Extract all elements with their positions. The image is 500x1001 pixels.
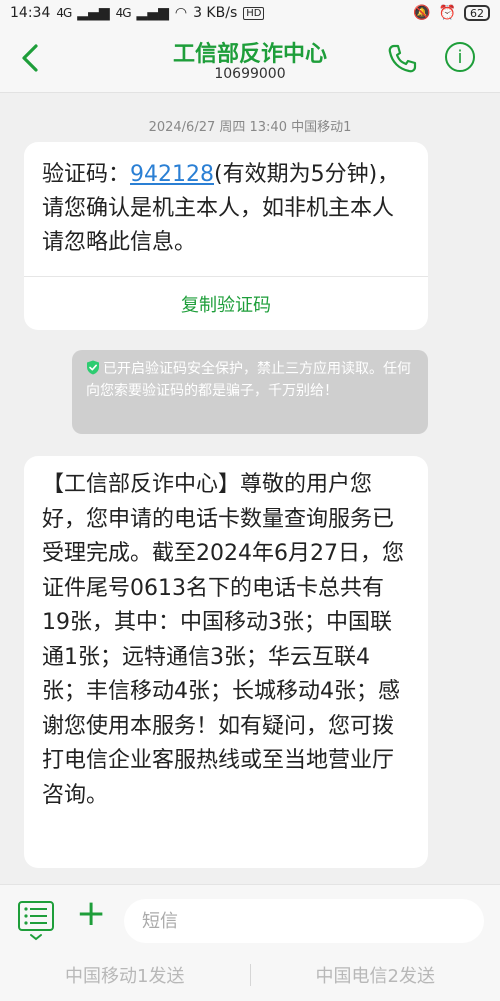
network-speed: 3 KB/s [193,5,237,21]
send-sim1-button[interactable]: 中国移动1发送 [0,962,250,988]
info-icon[interactable]: i [445,42,475,72]
shield-check-icon [86,360,100,375]
sms-input[interactable] [124,899,484,943]
phone-icon[interactable] [385,42,419,76]
security-notice-text: 已开启验证码安全保护，禁止三方应用读取。任何向您索要验证码的都是骗子，千万别给！ [86,361,411,399]
conversation-header: 工信部反诈中心 10699000 i [0,26,500,93]
clock: 14:34 [10,5,50,21]
signal-bars-icon: ▂▄▆ [137,5,169,21]
quick-reply-menu-icon[interactable] [18,901,54,943]
signal-bars-icon: ▂▄▆ [77,5,109,21]
copy-code-button[interactable]: 复制验证码 [24,278,428,330]
send-sim2-button[interactable]: 中国电信2发送 [251,962,500,988]
security-notice: 已开启验证码安全保护，禁止三方应用读取。任何向您索要验证码的都是骗子，千万别给！ [72,350,428,434]
composer-bar: + 中国移动1发送 中国电信2发送 [0,884,500,1001]
code-prefix: 验证码： [42,162,130,187]
message-bubble-verification[interactable]: 验证码：942128(有效期为5分钟)，请您确认是机主本人，如非机主本人请忽略此… [24,142,428,330]
status-bar: 14:34 4G ▂▄▆ 4G ▂▄▆ ◠ 3 KB/s HD 🔕 ⏰ 62 [0,0,500,26]
message-bubble-card-count[interactable]: 【工信部反诈中心】尊敬的用户您好，您申请的电话卡数量查询服务已受理完成。截至20… [24,456,428,868]
battery-indicator: 62 [464,5,490,21]
signal-2-label: 4G [116,6,131,20]
alarm-icon: ⏰ [439,5,456,21]
hd-label: HD [243,7,264,20]
send-row: 中国移动1发送 中国电信2发送 [0,955,500,995]
signal-1-label: 4G [56,6,71,20]
status-left: 14:34 4G ▂▄▆ 4G ▂▄▆ ◠ 3 KB/s HD [10,5,264,21]
wifi-icon: ◠ [175,5,187,21]
mute-icon: 🔕 [413,5,430,21]
add-attachment-icon[interactable]: + [76,899,106,929]
verification-code-link[interactable]: 942128 [130,162,214,187]
divider [24,276,428,277]
status-right: 🔕 ⏰ 62 [413,5,490,21]
contact-number: 10699000 [0,66,500,82]
contact-name: 工信部反诈中心 [0,36,500,68]
message-text: 【工信部反诈中心】尊敬的用户您好，您申请的电话卡数量查询服务已受理完成。截至20… [24,456,428,813]
message-timestamp: 2024/6/27 周四 13:40 中国移动1 [0,116,500,135]
message-text: 验证码：942128(有效期为5分钟)，请您确认是机主本人，如非机主本人请忽略此… [24,142,428,260]
